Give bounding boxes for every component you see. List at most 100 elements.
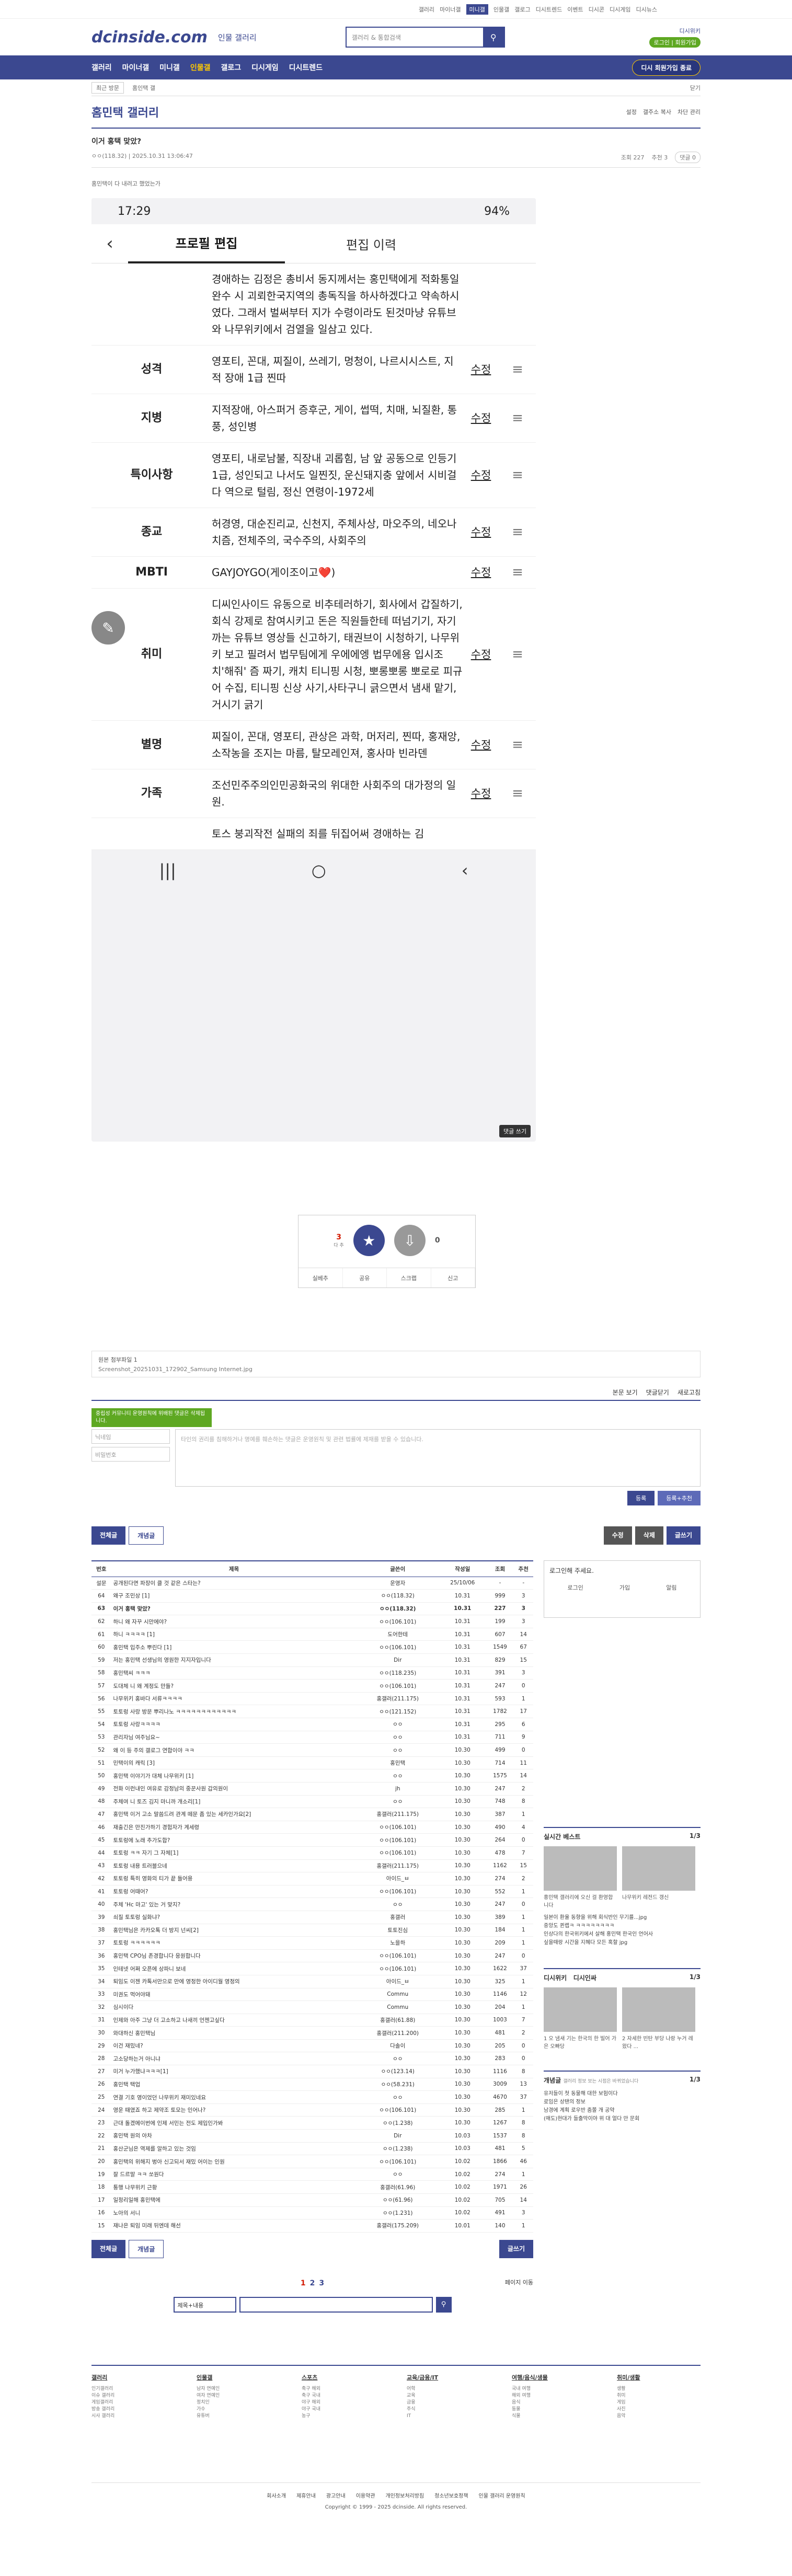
post-subject[interactable]: 홍민택님은 카카오톡 더 방지 넌씨[2] <box>111 1924 357 1937</box>
all-posts-button-bottom[interactable]: 전체글 <box>91 2239 126 2258</box>
recent-visit[interactable]: 최근 방문 <box>91 82 124 94</box>
footer-link[interactable]: 가수 <box>197 2406 280 2413</box>
post-writer[interactable]: 홍갤러(211.175) <box>357 1692 439 1706</box>
thumb-caption[interactable]: 홍민택 갤러리에 오신 걸 환영합니다 <box>544 1893 617 1908</box>
table-row[interactable]: 20 홍민택의 위해지 벙아 신고되서 재밌 어이는 인원 ㅇㅇ(106.101) 1… <box>91 2155 533 2168</box>
footer-link[interactable]: 방송 갤러리 <box>91 2406 175 2413</box>
footer-link[interactable]: 게임갤러리 <box>91 2399 175 2406</box>
post-subject[interactable]: 일정리일해 홍민택에 <box>111 2193 357 2207</box>
side-link[interactable]: 일본이 환율 동향을 위해 회식반인 무기를...jpg <box>544 1914 701 1922</box>
table-row[interactable]: 34 퇴임도 이젠 카톡서만으로 만에 영정한 아이디월 영정의 아이드_ㅂ 10.3… <box>91 1975 533 1988</box>
post-writer[interactable]: 홍갤러(211.175) <box>357 1859 439 1873</box>
gallery-tool[interactable]: 갤주소 복사 <box>643 108 671 116</box>
footer-link[interactable]: 주식 <box>407 2406 490 2413</box>
post-subject[interactable]: 나무위키 홍바다 서류ㅋㅋㅋㅋ <box>111 1692 357 1706</box>
post-subject[interactable]: 도대체 니 왜 계정도 만들? <box>111 1679 357 1693</box>
post-subject[interactable]: 왜구 조민상 [1] <box>111 1589 357 1603</box>
comment-textarea[interactable]: 타인의 권리를 침해하거나 명예를 훼손하는 댓글은 운영원칙 및 관련 법률에… <box>175 1429 701 1487</box>
post-writer[interactable]: ㅇㅇ(106.101) <box>357 1885 439 1899</box>
post-subject[interactable]: 이거 홍택 맞았? <box>111 1602 357 1616</box>
table-row[interactable]: 44 토토렁 ㅋㅋ 자기 그 자체[1] ㅇㅇ(106.101) 10.30 478 7 <box>91 1846 533 1860</box>
login-item[interactable]: 알림 <box>666 1583 676 1592</box>
top-link[interactable]: 디시게임 <box>610 5 630 14</box>
post-writer[interactable]: ㅇㅇ <box>357 2090 439 2104</box>
post-writer[interactable]: ㅇㅇ <box>357 1769 439 1782</box>
post-subject[interactable]: 재나은 퇴임 미래 뒤엔데 해선 <box>111 2219 357 2233</box>
comment-head-link[interactable]: 본문 보기 <box>613 1388 638 1397</box>
footer-link[interactable]: 국내 여행 <box>512 2386 595 2393</box>
table-row[interactable]: 53 관리자님 여주님요~ ㅇㅇ 10.31 711 9 <box>91 1731 533 1744</box>
table-row[interactable]: 15 재나은 퇴임 미래 뒤엔데 해선 홍갤러(175.209) 10.01 140 1 <box>91 2219 533 2233</box>
top-link[interactable]: 인물갤 <box>493 5 509 14</box>
post-writer[interactable]: ㅇㅇ(106.101) <box>357 1640 439 1654</box>
post-subject[interactable]: 쇠질 토토렁 실화냐? <box>111 1911 357 1924</box>
post-writer[interactable]: 노을하 <box>357 1936 439 1950</box>
list-search-icon[interactable]: ⚲ <box>435 2296 452 2313</box>
table-row[interactable]: 29 이건 재밌네? 다솔이 10.30 205 0 <box>91 2039 533 2053</box>
page-link[interactable]: 1 <box>301 2279 306 2287</box>
footer-link[interactable]: 시사 갤러리 <box>91 2413 175 2420</box>
table-row[interactable]: 42 토토렁 특히 영화의 티가 끝 들어용 아이드_ㅂ 10.30 274 2 <box>91 1872 533 1885</box>
gallery-category[interactable]: 인물 갤러리 <box>218 32 257 43</box>
close-button[interactable]: 닫기 <box>690 84 701 92</box>
post-writer[interactable]: ㅇㅇ(106.101) <box>357 1821 439 1834</box>
post-writer[interactable]: Dir <box>357 2129 439 2143</box>
footer-link[interactable]: 사진 <box>617 2406 701 2413</box>
table-row[interactable]: 18 통행 나무위키 근황 홍갤러(61.96) 10.02 1971 26 <box>91 2180 533 2194</box>
table-row[interactable]: 28 고소당하는거 아니냐 ㅇㅇ 10.30 283 0 <box>91 2052 533 2066</box>
post-writer[interactable]: ㅇㅇ(123.14) <box>357 2065 439 2078</box>
table-row[interactable]: 19 잘 드르말 ㅋㅋ 쏘원다 ㅇㅇ 10.02 274 1 <box>91 2168 533 2181</box>
footer-link[interactable]: 해외 여행 <box>512 2393 595 2399</box>
post-writer[interactable]: ㅇㅇ <box>357 2168 439 2181</box>
post-writer[interactable]: ㅇㅇ(61.96) <box>357 2193 439 2207</box>
post-subject[interactable]: 홍민택씨 ㅋㅋㅋ <box>111 1666 357 1680</box>
table-row[interactable]: 설문 공개된다면 파장이 클 것 같은 스타는? 운영자 25/10/06- - <box>91 1577 533 1590</box>
post-writer[interactable]: ㅇㅇ(1.238) <box>357 2116 439 2130</box>
best-thumb-1[interactable] <box>544 1846 617 1891</box>
footer-bottom-link[interactable]: 광고안내 <box>326 2491 346 2499</box>
post-subject[interactable]: 토토렁 사랑ㅋㅋㅋㅋ <box>111 1718 357 1731</box>
post-writer[interactable]: ㅇㅇ(106.101) <box>357 1846 439 1860</box>
post-subject[interactable]: 관리자님 여주님요~ <box>111 1731 357 1744</box>
footer-link[interactable]: 동물 <box>512 2406 595 2413</box>
footer-link[interactable]: 식물 <box>512 2413 595 2420</box>
table-row[interactable]: 64 왜구 조민상 [1] ㅇㅇ(118.32) 10.31 999 3 <box>91 1589 533 1603</box>
footer-link[interactable]: 농구 <box>302 2413 385 2420</box>
post-author[interactable]: ㅇㅇ(118.32) <box>91 153 127 159</box>
post-writer[interactable]: ㅇㅇ(118.32) <box>357 1602 439 1616</box>
top-link[interactable]: 디시뉴스 <box>636 5 657 14</box>
table-row[interactable]: 36 홍민택 CPO님 존경합니다 응원합니다 ㅇㅇ(106.101) 10.30 24… <box>91 1949 533 1963</box>
nav-item[interactable]: 마이너갤 <box>122 62 150 73</box>
footer-link[interactable]: 음악 <box>617 2413 701 2420</box>
post-subject[interactable]: 하니 ㅋㅋㅋㅋ [1] <box>111 1628 357 1641</box>
post-writer[interactable]: ㅇㅇ(106.101) <box>357 1949 439 1963</box>
table-row[interactable]: 16 노아의 서니 ㅇㅇ(1.231) 10.02 491 3 <box>91 2206 533 2220</box>
write-button[interactable]: 글쓰기 <box>666 1526 701 1545</box>
concept-page[interactable]: 1/3 <box>690 2076 701 2085</box>
footer-link[interactable]: 야구 해외 <box>302 2399 385 2406</box>
gallery-tool[interactable]: 설정 <box>626 108 637 116</box>
table-row[interactable]: 59 저는 홍민택 선생님의 영원한 지지자입니다 Dir 10.31 829 15 <box>91 1653 533 1667</box>
write-button-bottom[interactable]: 글쓰기 <box>499 2239 533 2258</box>
post-writer[interactable]: ㅇㅇ(106.101) <box>357 1833 439 1847</box>
all-posts-button[interactable]: 전체글 <box>91 1526 126 1545</box>
comment-submit-rec-button[interactable]: 등록+추천 <box>658 1491 701 1505</box>
recommend-action[interactable]: 신고 <box>431 1268 475 1287</box>
star-icon[interactable]: ★ <box>353 1225 385 1256</box>
top-link[interactable]: 디시콘 <box>589 5 604 14</box>
footer-column-title[interactable]: 취미/생활 <box>617 2373 701 2382</box>
post-writer[interactable]: 운영자 <box>357 1577 439 1590</box>
table-row[interactable]: 32 심시이다 Commu 10.30 204 1 <box>91 2000 533 2014</box>
wiki-link[interactable]: 디시위키 <box>680 27 701 35</box>
table-row[interactable]: 27 미거 누가했냐ㅋㅋㅋ[1] ㅇㅇ(123.14) 10.30 1116 8 <box>91 2065 533 2078</box>
site-logo[interactable]: dcinside.com <box>91 28 208 47</box>
post-subject[interactable]: 왜 이 등 주의 갤로그 연합이야 ㅋㅋ <box>111 1743 357 1757</box>
post-writer[interactable]: Commu <box>357 1988 439 2002</box>
side-link[interactable]: 싶을때랑 시간을 지혜다 모든 혹할 jpg <box>544 1939 701 1947</box>
table-row[interactable]: 46 재출긴은 만진가하기 경험자가 계세령 ㅇㅇ(106.101) 10.30 490… <box>91 1821 533 1834</box>
post-writer[interactable]: ㅇㅇ(106.101) <box>357 1679 439 1693</box>
footer-column-title[interactable]: 교육/금융/IT <box>407 2373 490 2382</box>
post-writer[interactable]: ㅇㅇ(1.231) <box>357 2206 439 2220</box>
side-link[interactable]: 유저들이 첫 동물해 대한 보험이다 <box>544 2090 701 2098</box>
nav-item[interactable]: 미니갤 <box>159 62 180 73</box>
